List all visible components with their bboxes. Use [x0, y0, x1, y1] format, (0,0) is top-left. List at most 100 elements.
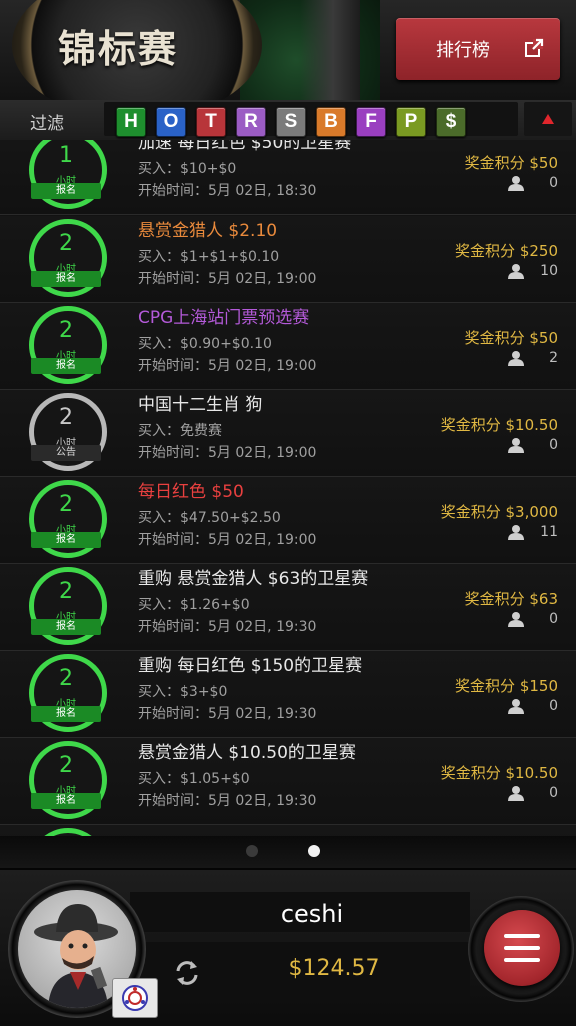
- filter-chip-p[interactable]: P: [396, 107, 426, 137]
- start-time: 开始时间：5月 02日, 19:30: [138, 619, 317, 635]
- buy-in: 买入：$3+$0: [138, 684, 228, 700]
- player-count: 11: [540, 524, 558, 540]
- start-time: 开始时间：5月 02日, 19:30: [138, 793, 317, 809]
- tournament-row[interactable]: 2 小时 报名 悬赏金猎人 $2.10 买入：$1+$1+$0.10 开始时间：5月 02…: [0, 216, 576, 303]
- player-count: 0: [549, 698, 558, 714]
- timer-hours: 1: [59, 143, 73, 168]
- collapse-filter-button[interactable]: [524, 102, 572, 136]
- menu-button[interactable]: [484, 910, 560, 986]
- tournament-list[interactable]: 1 小时 报名 加速 每日红色 $50的卫星赛 买入：$10+$0 开始时间：5月 02日…: [0, 140, 576, 836]
- person-icon: [508, 438, 524, 453]
- filter-chip-tray: H O T R S B F P $: [104, 102, 518, 137]
- tournament-name: 加速 每日红色 $50的卫星赛: [138, 140, 352, 153]
- timer-hours: 2: [59, 666, 73, 691]
- player-footer: ceshi $124.57: [0, 868, 576, 1026]
- tournament-name: CPG上海站门票预选赛: [138, 308, 310, 328]
- club-badge[interactable]: [112, 978, 158, 1018]
- register-tag[interactable]: 报名: [31, 532, 101, 548]
- prize-pool: 奖金积分 $3,000: [440, 503, 558, 521]
- countdown-timer[interactable]: 1 小时 报名: [27, 140, 107, 211]
- filter-chip-t[interactable]: T: [196, 107, 226, 137]
- prize-pool: 奖金积分 $50: [464, 329, 558, 347]
- filter-chip-b[interactable]: B: [316, 107, 346, 137]
- prize-pool: 奖金积分 $10.50: [440, 416, 558, 434]
- leaderboard-button[interactable]: 排行榜: [396, 18, 560, 80]
- triangle-up-icon: [542, 114, 554, 124]
- filter-chip-dollar[interactable]: $: [436, 107, 466, 137]
- start-time: 开始时间：5月 02日, 19:00: [138, 271, 317, 287]
- prize-pool: 奖金积分 $150: [455, 677, 558, 695]
- person-icon: [508, 786, 524, 801]
- tournament-name: 中国十二生肖 狗: [138, 395, 263, 415]
- filter-chip-r[interactable]: R: [236, 107, 266, 137]
- page-dot-2[interactable]: [308, 845, 320, 857]
- tournament-row[interactable]: 2 小时 报名 每日红色 $50 买入：$47.50+$2.50 开始时间：5月 02日,…: [0, 477, 576, 564]
- player-count: 2: [549, 350, 558, 366]
- player-count: 0: [549, 437, 558, 453]
- external-link-icon: [525, 38, 544, 57]
- leaderboard-label: 排行榜: [436, 40, 490, 61]
- countdown-timer[interactable]: 2 小时 报名: [27, 219, 107, 299]
- register-tag[interactable]: 报名: [31, 183, 101, 199]
- tournament-row-partial[interactable]: [0, 825, 576, 836]
- tournament-row[interactable]: 2 小时 报名 重购 悬赏金猎人 $63的卫星赛买入：$1.26+$0 开始时间：5月 …: [0, 564, 576, 651]
- register-tag[interactable]: 报名: [31, 793, 101, 809]
- timer-hours: 2: [59, 318, 73, 343]
- start-time: 开始时间：5月 02日, 19:00: [138, 445, 317, 461]
- filter-chip-f[interactable]: F: [356, 107, 386, 137]
- tournament-name: 每日红色 $50: [138, 482, 244, 502]
- player-count: 0: [549, 611, 558, 627]
- refresh-icon[interactable]: [172, 958, 202, 988]
- buy-in: 买入：$0.90+$0.10: [138, 336, 272, 352]
- filter-chip-h[interactable]: H: [116, 107, 146, 137]
- buy-in: 买入：$1+$1+$0.10: [138, 249, 280, 265]
- tournament-row[interactable]: 1 小时 报名 加速 每日红色 $50的卫星赛 买入：$10+$0 开始时间：5月 02日…: [0, 140, 576, 215]
- register-tag[interactable]: 公告: [31, 445, 101, 461]
- buy-in: 买入：$47.50+$2.50: [138, 510, 281, 526]
- timer-hours: 2: [59, 405, 73, 430]
- club-emblem-icon: [122, 985, 148, 1011]
- prize-pool: 奖金积分 $63: [464, 590, 558, 608]
- countdown-timer[interactable]: 2 小时 报名: [27, 741, 107, 821]
- register-tag[interactable]: 报名: [31, 358, 101, 374]
- username: ceshi: [280, 900, 344, 928]
- page-indicator: [0, 836, 576, 868]
- player-count: 0: [549, 785, 558, 801]
- page-dot-1[interactable]: [246, 845, 258, 857]
- countdown-timer[interactable]: 2 小时 报名: [27, 654, 107, 734]
- tournament-row[interactable]: 2 小时 报名 悬赏金猎人 $10.50的卫星赛 买入：$1.05+$0 开始时间：5月 …: [0, 738, 576, 825]
- tournament-row[interactable]: 2 小时 报名 CPG上海站门票预选赛 买入：$0.90+$0.10 开始时间：5月 02…: [0, 303, 576, 390]
- register-tag[interactable]: 报名: [31, 271, 101, 287]
- countdown-timer[interactable]: 2 小时 报名: [27, 567, 107, 647]
- prize-pool: 奖金积分 $250: [455, 242, 558, 260]
- buy-in: 买入：免费赛: [138, 423, 222, 439]
- balance-amount: $124.57: [288, 956, 380, 981]
- prize-pool: 奖金积分 $10.50: [440, 764, 558, 782]
- tournament-row[interactable]: 2 小时 报名 重购 每日红色 $150的卫星赛买入：$3+$0 开始时间：5月 02日…: [0, 651, 576, 738]
- filter-label: 过滤: [30, 114, 64, 134]
- filter-chip-s[interactable]: S: [276, 107, 306, 137]
- buy-in: 买入：$1.05+$0: [138, 771, 250, 787]
- countdown-timer[interactable]: 2 小时 公告: [27, 393, 107, 473]
- person-icon: [508, 525, 524, 540]
- register-tag[interactable]: 报名: [31, 706, 101, 722]
- timer-hours: 2: [59, 579, 73, 604]
- countdown-timer[interactable]: 2 小时 报名: [27, 480, 107, 560]
- person-icon: [508, 176, 524, 191]
- tournament-name: 悬赏金猎人 $2.10: [138, 221, 278, 241]
- register-tag[interactable]: 报名: [31, 619, 101, 635]
- person-icon: [508, 699, 524, 714]
- page-title: 锦标赛: [57, 26, 178, 71]
- person-icon: [508, 351, 524, 366]
- buy-in: 买入：$1.26+$0: [138, 597, 250, 613]
- countdown-timer[interactable]: 2 小时 报名: [27, 306, 107, 386]
- countdown-timer: [27, 828, 107, 836]
- start-time: 开始时间：5月 02日, 19:30: [138, 706, 317, 722]
- player-count: 10: [540, 263, 558, 279]
- filter-chip-o[interactable]: O: [156, 107, 186, 137]
- tournament-name: 重购 悬赏金猎人 $63的卫星赛: [138, 569, 369, 589]
- tournament-name: 重购 每日红色 $150的卫星赛: [138, 656, 363, 676]
- header: 锦标赛 排行榜: [0, 0, 576, 100]
- tournament-row[interactable]: 2 小时 公告 中国十二生肖 狗买入：免费赛开始时间：5月 02日, 19:00 奖金积…: [0, 390, 576, 477]
- person-icon: [508, 612, 524, 627]
